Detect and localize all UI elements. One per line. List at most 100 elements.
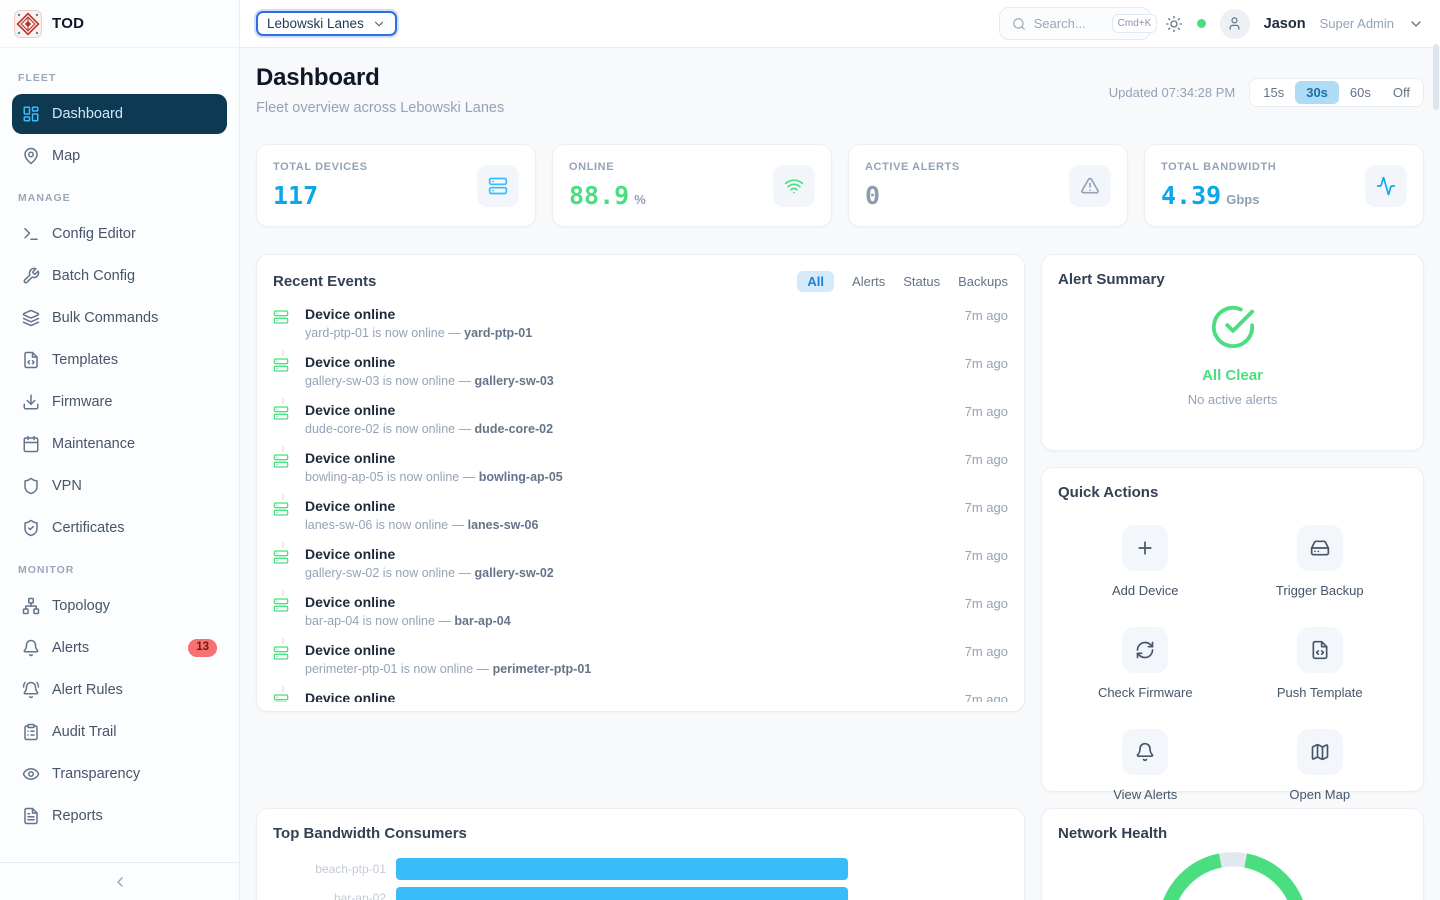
quick-action-view-alerts[interactable]: View Alerts: [1113, 729, 1177, 802]
sidebar-section-label: MANAGE: [12, 178, 227, 212]
quick-action-open-map[interactable]: Open Map: [1289, 729, 1350, 802]
refresh-option-30s[interactable]: 30s: [1295, 81, 1339, 104]
events-tab-all[interactable]: All: [797, 271, 834, 292]
sidebar-item-bulk-commands[interactable]: Bulk Commands: [12, 298, 227, 338]
sidebar-item-firmware[interactable]: Firmware: [12, 382, 227, 422]
bandwidth-row: beach-ptp-01: [273, 858, 1008, 880]
wrench-icon: [22, 267, 40, 285]
events-list: Device onlineyard-ptp-01 is now online —…: [273, 302, 1008, 702]
global-search[interactable]: Cmd+K: [999, 7, 1151, 40]
theme-toggle-sun-icon[interactable]: [1165, 15, 1183, 33]
event-row[interactable]: Device onlinegallery-sw-02 is now online…: [273, 542, 1008, 590]
stat-card-active-alerts: ACTIVE ALERTS0: [848, 144, 1128, 227]
event-row[interactable]: Device onlinebowling-ap-05 is now online…: [273, 446, 1008, 494]
updated-timestamp: Updated 07:34:28 PM: [1109, 85, 1235, 100]
stat-value: 117: [273, 181, 318, 210]
clipboard-list-icon: [22, 723, 40, 741]
sidebar-item-templates[interactable]: Templates: [12, 340, 227, 380]
bell-ring-icon: [22, 681, 40, 699]
quick-actions-card: Quick Actions Add DeviceTrigger BackupCh…: [1041, 467, 1424, 792]
alert-triangle-icon: [1069, 165, 1111, 207]
fleet-selector[interactable]: Lebowski Lanes: [256, 11, 397, 36]
stat-unit: %: [634, 192, 646, 207]
sidebar-collapse-button[interactable]: [0, 862, 239, 900]
map-icon: [1297, 729, 1343, 775]
event-row[interactable]: Device onlinegallery-sw-03 is now online…: [273, 350, 1008, 398]
shield-check-icon: [22, 519, 40, 537]
server-icon: [477, 165, 519, 207]
user-menu-chevron-down-icon[interactable]: [1408, 16, 1424, 32]
sidebar-item-transparency[interactable]: Transparency: [12, 754, 227, 794]
sidebar-item-certificates[interactable]: Certificates: [12, 508, 227, 548]
sidebar-item-alert-rules[interactable]: Alert Rules: [12, 670, 227, 710]
sidebar-item-vpn[interactable]: VPN: [12, 466, 227, 506]
server-icon: [273, 308, 289, 350]
shield-icon: [22, 477, 40, 495]
event-row[interactable]: Device onlinedude-core-02 is now online …: [273, 398, 1008, 446]
sidebar-item-config-editor[interactable]: Config Editor: [12, 214, 227, 254]
events-tab-alerts[interactable]: Alerts: [852, 274, 885, 289]
sidebar-nav: FLEETDashboardMapMANAGEConfig EditorBatc…: [0, 48, 239, 862]
file-code-icon: [22, 351, 40, 369]
events-tab-backups[interactable]: Backups: [958, 274, 1008, 289]
plus-icon: [1122, 525, 1168, 571]
sidebar-section-label: MONITOR: [12, 550, 227, 584]
refresh-option-off[interactable]: Off: [1382, 81, 1421, 104]
sidebar-item-map[interactable]: Map: [12, 136, 227, 176]
bandwidth-bar: [396, 858, 848, 880]
bandwidth-row: bar-ap-02: [273, 887, 1008, 900]
search-shortcut-badge: Cmd+K: [1112, 14, 1158, 33]
event-row[interactable]: Device onlineperimeter-ptp-01 is now onl…: [273, 638, 1008, 686]
sidebar: TOD FLEETDashboardMapMANAGEConfig Editor…: [0, 0, 240, 900]
alert-status-text: All Clear: [1058, 367, 1407, 384]
quick-action-add-device[interactable]: Add Device: [1112, 525, 1178, 598]
event-row[interactable]: Device onlineyard-ptp-01 is now online —…: [273, 302, 1008, 350]
fleet-selector-value: Lebowski Lanes: [267, 16, 364, 31]
alerts-count-badge: 13: [188, 639, 217, 657]
refresh-option-15s[interactable]: 15s: [1252, 81, 1295, 104]
sidebar-item-maintenance[interactable]: Maintenance: [12, 424, 227, 464]
event-row[interactable]: Device onlinebar-ap-04 is now online — b…: [273, 590, 1008, 638]
bandwidth-title: Top Bandwidth Consumers: [273, 825, 1008, 842]
search-icon: [1012, 17, 1026, 31]
brand-logo-rug-icon: [14, 10, 42, 38]
sidebar-item-dashboard[interactable]: Dashboard: [12, 94, 227, 134]
event-row[interactable]: Device online7m ago: [273, 686, 1008, 702]
stat-card-total-bandwidth: TOTAL BANDWIDTH4.39Gbps: [1144, 144, 1424, 227]
sidebar-item-alerts[interactable]: Alerts13: [12, 628, 227, 668]
avatar[interactable]: [1220, 9, 1250, 39]
refresh-option-60s[interactable]: 60s: [1339, 81, 1382, 104]
topbar: Lebowski Lanes Cmd+K Jason Super Admin: [240, 0, 1440, 48]
event-row[interactable]: Device onlinelanes-sw-06 is now online —…: [273, 494, 1008, 542]
quick-action-push-template[interactable]: Push Template: [1277, 627, 1363, 700]
bell-icon: [1122, 729, 1168, 775]
quick-action-check-firmware[interactable]: Check Firmware: [1098, 627, 1193, 700]
server-icon: [273, 404, 289, 446]
refresh-icon: [1122, 627, 1168, 673]
bandwidth-bar: [396, 887, 848, 900]
stat-value: 4.39: [1161, 181, 1221, 210]
events-filter-tabs: All Alerts Status Backups: [797, 271, 1008, 292]
bandwidth-bars: beach-ptp-01 bar-ap-02: [273, 858, 1008, 900]
events-tab-status[interactable]: Status: [903, 274, 940, 289]
network-icon: [22, 597, 40, 615]
server-icon: [273, 500, 289, 542]
gauge-value: 89: [1158, 852, 1308, 900]
stat-value: 0: [865, 181, 880, 210]
quick-action-trigger-backup[interactable]: Trigger Backup: [1276, 525, 1364, 598]
server-icon: [273, 452, 289, 494]
sidebar-item-topology[interactable]: Topology: [12, 586, 227, 626]
calendar-icon: [22, 435, 40, 453]
file-text-icon: [22, 807, 40, 825]
refresh-interval-segmented: 15s30s60sOff: [1249, 78, 1424, 107]
stat-value: 88.9: [569, 181, 629, 210]
search-input[interactable]: [1034, 16, 1104, 31]
brand-name: TOD: [52, 15, 84, 32]
user-role: Super Admin: [1320, 16, 1394, 31]
sidebar-item-batch-config[interactable]: Batch Config: [12, 256, 227, 296]
recent-events-title: Recent Events: [273, 273, 376, 290]
sidebar-item-audit-trail[interactable]: Audit Trail: [12, 712, 227, 752]
server-icon: [273, 548, 289, 590]
chevron-left-icon: [112, 874, 128, 890]
sidebar-item-reports[interactable]: Reports: [12, 796, 227, 836]
